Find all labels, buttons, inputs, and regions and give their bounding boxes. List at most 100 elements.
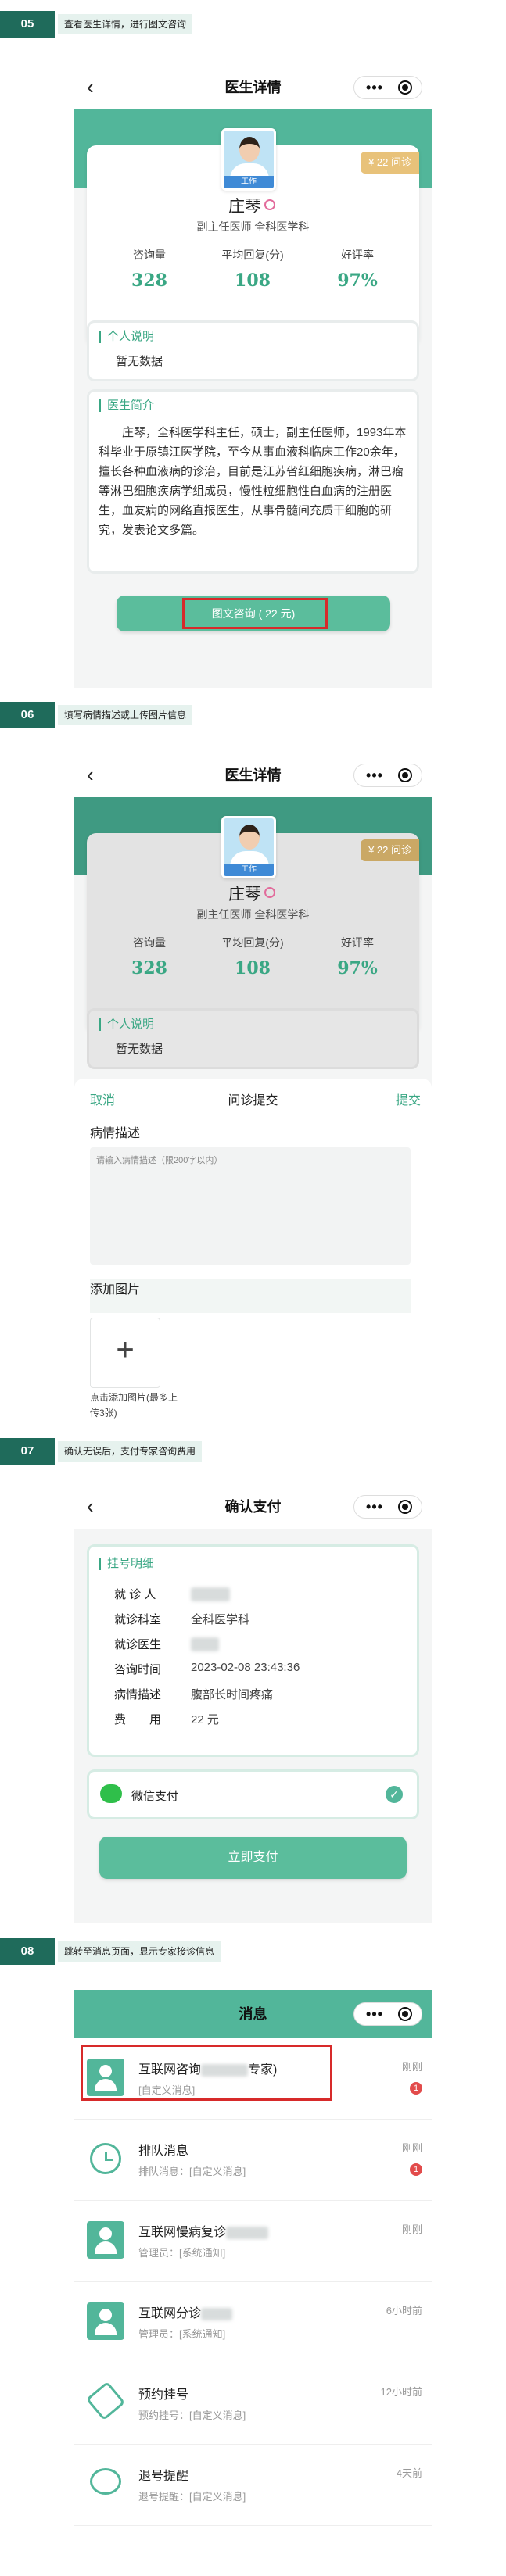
avatar-tag: 工作 xyxy=(224,176,274,188)
section-body: 暂无数据 xyxy=(116,1043,163,1056)
personal-section: 个人说明 暂无数据 xyxy=(87,320,419,381)
plus-icon: + xyxy=(116,1333,135,1367)
mini-program-capsule[interactable]: ••• xyxy=(353,2002,422,2026)
message-title: 退号提醒 xyxy=(138,2470,189,2483)
message-title: 预约挂号 xyxy=(138,2388,189,2402)
follow-icon xyxy=(264,887,275,898)
redacted-value xyxy=(191,1637,219,1651)
close-icon[interactable] xyxy=(398,2007,412,2021)
more-icon[interactable]: ••• xyxy=(361,2003,389,2025)
mini-program-capsule[interactable]: ••• xyxy=(353,1495,422,1519)
doctor-detail-screen: ‹ 医生详情 ••• ¥ 22 问诊 工作 庄琴 副主任医师 全科医学科 咨询量… xyxy=(74,66,432,688)
mini-program-capsule[interactable]: ••• xyxy=(353,764,422,787)
message-preview: 管理员：[系统通知] xyxy=(138,2328,226,2340)
clock-icon xyxy=(90,2143,121,2174)
message-time: 刚刚 xyxy=(401,2142,422,2154)
list-item[interactable]: 预约挂号 预约挂号：[自定义消息] 12小时前 xyxy=(74,2363,432,2445)
close-icon[interactable] xyxy=(398,768,412,782)
unread-badge: 1 xyxy=(410,2163,422,2176)
message-title: 互联网分诊 xyxy=(138,2302,233,2321)
list-item[interactable]: 互联网分诊 管理员：[系统通知] 6小时前 xyxy=(74,2282,432,2363)
row-label: 咨询时间 xyxy=(114,1663,162,1676)
avatar: 工作 xyxy=(221,816,276,878)
section-title: 个人说明 xyxy=(99,331,154,343)
highlight-box xyxy=(182,598,328,629)
doctor-name: 庄琴 xyxy=(228,886,261,903)
price-badge: ¥ 22 问诊 xyxy=(361,152,419,174)
stat-value-reply: 108 xyxy=(235,270,271,291)
intro-text: 庄琴，全科医学科主任，硕士，副主任医师，1993年本科毕业于原镇江医学院，至今从… xyxy=(99,426,407,537)
payment-method-card[interactable]: 微信支付 ✓ xyxy=(87,1769,419,1819)
confirm-payment-screen: ‹ 确认支付 ••• 挂号明细 就 诊 人 就诊科室 全科医学科 就诊医生 咨询… xyxy=(74,1485,432,1923)
step-header-05: 05 查看医生详情，进行图文咨询 xyxy=(0,11,506,38)
stat-value-rating: 97% xyxy=(337,958,378,979)
pay-now-label: 立即支付 xyxy=(228,1851,278,1864)
section-title: 个人说明 xyxy=(99,1018,154,1031)
upload-hint: 点击添加图片(最多上传3张) xyxy=(90,1392,178,1419)
list-item[interactable]: 互联网慢病复诊 管理员：[系统通知] 刚刚 xyxy=(74,2201,432,2282)
step-number: 05 xyxy=(0,11,55,38)
more-icon[interactable]: ••• xyxy=(361,77,389,98)
message-time: 刚刚 xyxy=(401,2061,422,2073)
doctor-title: 副主任医师 全科医学科 xyxy=(196,908,310,921)
doctor-avatar-icon xyxy=(87,2221,124,2259)
price-badge: ¥ 22 问诊 xyxy=(361,839,419,861)
submit-button[interactable]: 提交 xyxy=(396,1089,421,1108)
section-body: 暂无数据 xyxy=(116,355,163,368)
description-textarea[interactable]: 请输入病情描述（限200字以内） xyxy=(90,1147,411,1265)
step-description: 查看医生详情，进行图文咨询 xyxy=(58,14,193,34)
doctor-name: 庄琴 xyxy=(228,198,261,216)
consult-submit-sheet: 取消 问诊提交 提交 病情描述 请输入病情描述（限200字以内） 添加图片 + … xyxy=(74,1079,432,1426)
row-label: 病情描述 xyxy=(114,1688,162,1701)
message-time: 6小时前 xyxy=(386,2305,422,2317)
message-time: 12小时前 xyxy=(380,2386,422,2398)
step-number: 06 xyxy=(0,702,55,728)
message-time: 4天前 xyxy=(396,2467,422,2479)
check-icon[interactable]: ✓ xyxy=(386,1786,403,1803)
row-value: 2023-02-08 23:43:36 xyxy=(191,1661,300,1674)
message-preview: 预约挂号：[自定义消息] xyxy=(138,2410,246,2421)
nav-bar: ‹ 医生详情 ••• xyxy=(74,66,432,109)
stat-value-consults: 328 xyxy=(131,270,167,291)
step-description: 跳转至消息页面，显示专家接诊信息 xyxy=(58,1941,221,1962)
avatar-tag: 工作 xyxy=(224,864,274,876)
close-icon[interactable] xyxy=(398,80,412,95)
step-header-07: 07 确认无误后，支付专家咨询费用 xyxy=(0,1438,506,1465)
more-icon[interactable]: ••• xyxy=(361,1496,389,1518)
description-label: 病情描述 xyxy=(90,1127,141,1140)
nav-bar: ‹ 确认支付 ••• xyxy=(74,1485,432,1529)
stat-label-consults: 咨询量 xyxy=(133,936,166,949)
step-description: 填写病情描述或上传图片信息 xyxy=(58,705,193,725)
stat-label-rating: 好评率 xyxy=(341,249,374,261)
mini-program-capsule[interactable]: ••• xyxy=(353,76,422,99)
row-label: 费 用 xyxy=(114,1713,162,1726)
list-item[interactable]: 排队消息 排队消息：[自定义消息] 刚刚 1 xyxy=(74,2120,432,2201)
wechat-pay-icon xyxy=(100,1784,122,1803)
redacted-value xyxy=(191,1587,230,1601)
stat-value-reply: 108 xyxy=(235,958,271,979)
doctor-title: 副主任医师 全科医学科 xyxy=(196,220,310,233)
description-placeholder: 请输入病情描述（限200字以内） xyxy=(96,1156,223,1165)
step-header-06: 06 填写病情描述或上传图片信息 xyxy=(0,702,506,728)
row-value: 腹部长时间疼痛 xyxy=(191,1688,274,1701)
message-preview: 排队消息：[自定义消息] xyxy=(138,2166,246,2177)
close-icon[interactable] xyxy=(398,1500,412,1514)
add-image-label: 添加图片 xyxy=(90,1279,411,1313)
highlight-box xyxy=(81,2045,332,2101)
intro-section: 医生简介 庄琴，全科医学科主任，硕士，副主任医师，1993年本科毕业于原镇江医学… xyxy=(87,389,419,574)
follow-icon[interactable] xyxy=(264,199,275,210)
chat-bubble-icon xyxy=(90,2468,121,2495)
add-image-button[interactable]: + xyxy=(90,1318,160,1388)
list-item[interactable]: 退号提醒 退号提醒：[自定义消息] 4天前 xyxy=(74,2445,432,2526)
step-number: 07 xyxy=(0,1438,55,1465)
step-header-08: 08 跳转至消息页面，显示专家接诊信息 xyxy=(0,1938,506,1965)
stat-label-reply: 平均回复(分) xyxy=(221,249,284,261)
stat-value-rating: 97% xyxy=(337,270,378,291)
unread-badge: 1 xyxy=(410,2082,422,2095)
pay-now-button[interactable]: 立即支付 xyxy=(99,1837,407,1879)
stat-label-reply: 平均回复(分) xyxy=(221,936,284,949)
row-value: 22 元 xyxy=(191,1713,219,1726)
section-title: 挂号明细 xyxy=(99,1558,154,1570)
more-icon[interactable]: ••• xyxy=(361,764,389,786)
sheet-title: 问诊提交 xyxy=(228,1094,278,1107)
